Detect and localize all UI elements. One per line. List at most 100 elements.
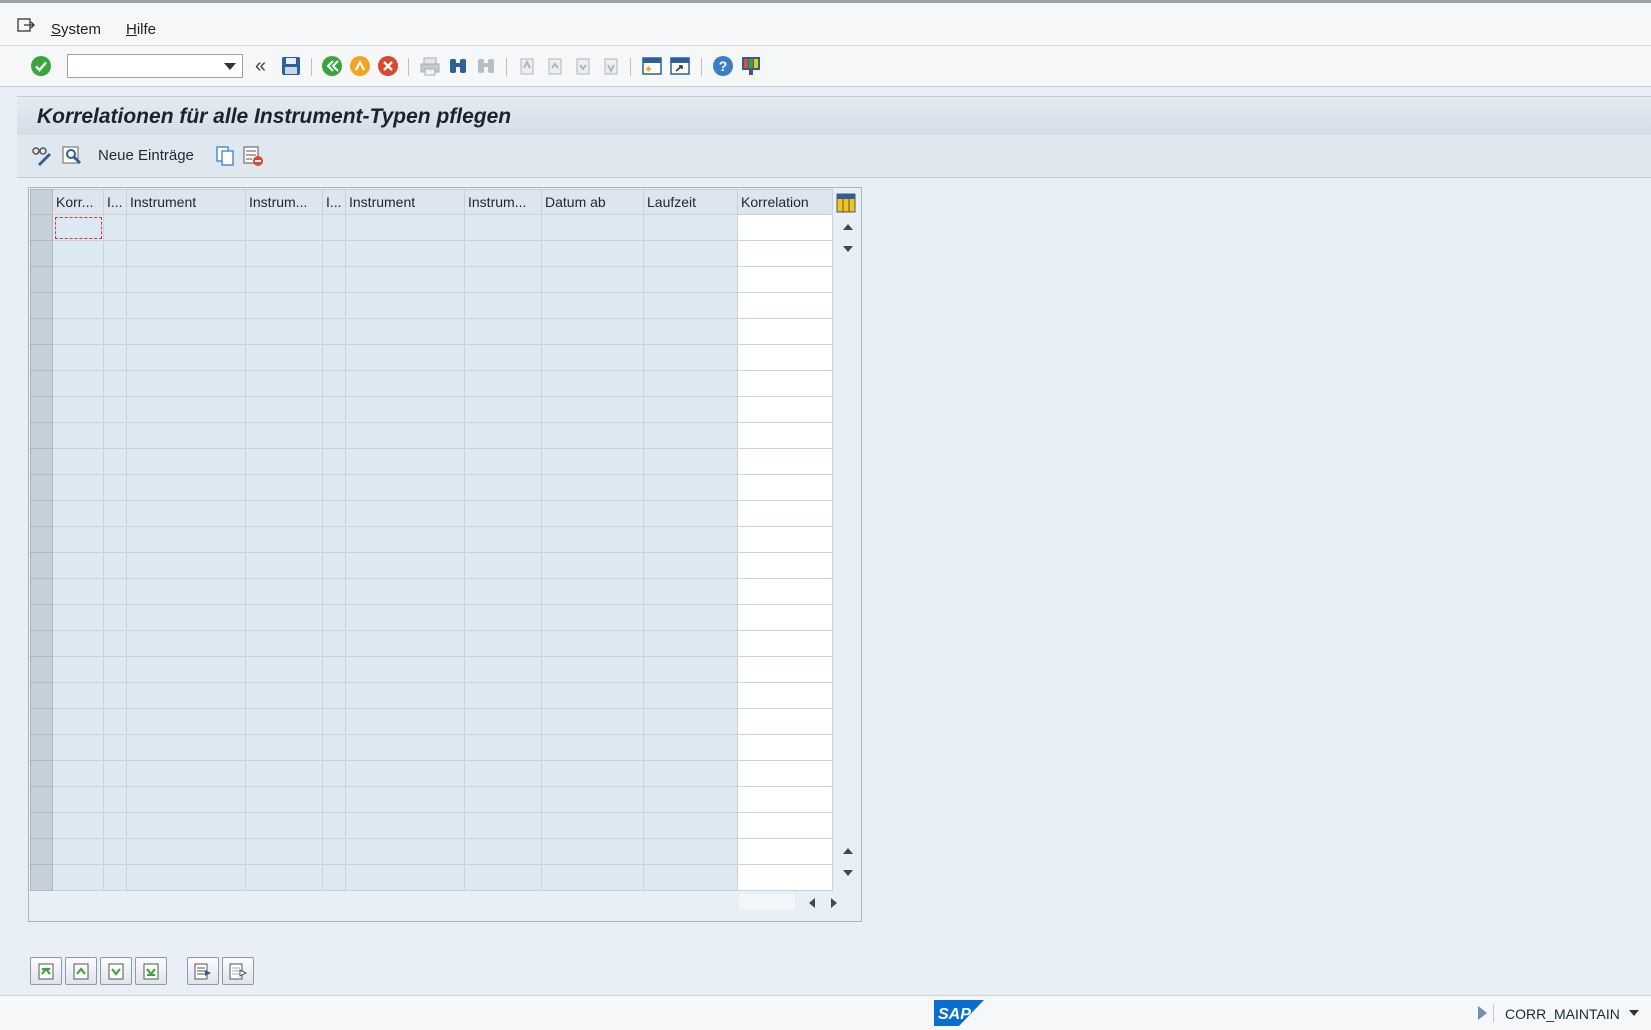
display-change-icon[interactable] xyxy=(29,144,53,168)
copy-as-icon[interactable] xyxy=(213,144,237,168)
table-cell[interactable] xyxy=(737,370,833,397)
command-field[interactable] xyxy=(67,54,243,78)
row-selector[interactable] xyxy=(30,474,53,501)
column-header[interactable]: Korr... xyxy=(52,189,104,215)
table-cell[interactable] xyxy=(737,474,833,501)
row-selector[interactable] xyxy=(30,344,53,371)
table-cell[interactable] xyxy=(737,214,833,241)
column-header[interactable]: I... xyxy=(322,189,346,215)
select-all-button[interactable] xyxy=(187,957,219,985)
table-cell[interactable] xyxy=(737,578,833,605)
row-selector[interactable] xyxy=(30,500,53,527)
row-selector[interactable] xyxy=(30,682,53,709)
table-cell[interactable] xyxy=(737,240,833,267)
enter-icon[interactable] xyxy=(29,54,53,78)
row-selector[interactable] xyxy=(30,266,53,293)
table-cell[interactable] xyxy=(737,318,833,345)
row-selector[interactable] xyxy=(30,812,53,839)
table-cell[interactable] xyxy=(737,656,833,683)
table-cell[interactable] xyxy=(737,682,833,709)
table-cell[interactable] xyxy=(737,396,833,423)
table-cell[interactable] xyxy=(737,526,833,553)
row-selector[interactable] xyxy=(30,448,53,475)
scroll-right-icon[interactable] xyxy=(831,898,837,908)
help-icon[interactable]: ? xyxy=(711,54,735,78)
row-selector[interactable] xyxy=(30,578,53,605)
vertical-scrollbar[interactable] xyxy=(837,216,859,892)
row-selector[interactable] xyxy=(30,292,53,319)
row-selector[interactable] xyxy=(30,734,53,761)
page-up-icon[interactable] xyxy=(843,848,853,854)
select-all-cell[interactable] xyxy=(30,189,53,215)
menu-item-system[interactable]: System xyxy=(51,21,101,38)
table-cell[interactable] xyxy=(737,786,833,813)
last-page-button[interactable] xyxy=(135,957,167,985)
row-selector[interactable] xyxy=(30,370,53,397)
layout-menu-icon[interactable] xyxy=(739,54,763,78)
column-header[interactable]: Korrelation xyxy=(737,189,833,215)
row-selector[interactable] xyxy=(30,760,53,787)
cancel-icon[interactable] xyxy=(376,54,400,78)
row-selector[interactable] xyxy=(30,422,53,449)
menu-item-hilfe[interactable]: Hilfe xyxy=(126,21,156,38)
generate-shortcut-icon[interactable] xyxy=(668,54,692,78)
first-page-button[interactable] xyxy=(30,957,62,985)
table-cell[interactable] xyxy=(737,838,833,865)
table-cell[interactable] xyxy=(737,266,833,293)
table-cell[interactable] xyxy=(737,448,833,475)
previous-page-button[interactable] xyxy=(65,957,97,985)
column-header[interactable]: Instrum... xyxy=(464,189,542,215)
column-settings-icon[interactable] xyxy=(836,193,856,213)
row-selector[interactable] xyxy=(30,708,53,735)
scroll-down-icon[interactable] xyxy=(843,246,853,252)
scroll-up-icon[interactable] xyxy=(843,224,853,230)
create-session-icon[interactable] xyxy=(640,54,664,78)
column-header[interactable]: Instrument xyxy=(126,189,246,215)
table-cell[interactable] xyxy=(737,734,833,761)
scroll-left-icon[interactable] xyxy=(809,898,815,908)
table-cell[interactable] xyxy=(737,604,833,631)
row-selector[interactable] xyxy=(30,214,53,241)
page-down-icon[interactable] xyxy=(843,870,853,876)
row-selector[interactable] xyxy=(30,786,53,813)
row-selector[interactable] xyxy=(30,838,53,865)
details-icon[interactable] xyxy=(60,144,84,168)
row-selector[interactable] xyxy=(30,526,53,553)
column-header[interactable]: Instrum... xyxy=(245,189,323,215)
double-chevron-left-icon[interactable]: « xyxy=(255,56,266,76)
column-header[interactable]: Laufzeit xyxy=(643,189,738,215)
column-header[interactable]: I... xyxy=(103,189,127,215)
save-icon[interactable] xyxy=(279,54,303,78)
delete-icon[interactable] xyxy=(241,144,265,168)
row-selector[interactable] xyxy=(30,240,53,267)
table-cell[interactable] xyxy=(737,812,833,839)
deselect-all-button[interactable] xyxy=(222,957,254,985)
table-cell[interactable] xyxy=(737,292,833,319)
table-cell[interactable] xyxy=(737,630,833,657)
table-cell[interactable] xyxy=(737,500,833,527)
table-cell[interactable] xyxy=(737,422,833,449)
row-selector[interactable] xyxy=(30,604,53,631)
back-icon[interactable] xyxy=(320,54,344,78)
table-cell[interactable] xyxy=(737,760,833,787)
row-selector[interactable] xyxy=(30,630,53,657)
status-expand-icon[interactable] xyxy=(1478,1006,1487,1020)
exit-icon[interactable] xyxy=(348,54,372,78)
chevron-down-icon[interactable] xyxy=(224,63,236,70)
column-header[interactable]: Datum ab xyxy=(541,189,644,215)
table-cell[interactable] xyxy=(737,864,833,891)
table-cell[interactable] xyxy=(737,708,833,735)
row-selector[interactable] xyxy=(30,318,53,345)
row-selector[interactable] xyxy=(30,656,53,683)
row-selector[interactable] xyxy=(30,864,53,891)
column-header[interactable]: Instrument xyxy=(345,189,465,215)
table-cell[interactable] xyxy=(737,344,833,371)
menu-icon[interactable] xyxy=(17,18,35,32)
row-selector[interactable] xyxy=(30,552,53,579)
new-entries-button[interactable]: Neue Einträge xyxy=(98,147,194,164)
find-icon[interactable] xyxy=(446,54,470,78)
horizontal-scroll-track[interactable] xyxy=(739,894,795,910)
table-cell[interactable] xyxy=(737,552,833,579)
next-page-button[interactable] xyxy=(100,957,132,985)
horizontal-scrollbar[interactable] xyxy=(739,892,839,914)
